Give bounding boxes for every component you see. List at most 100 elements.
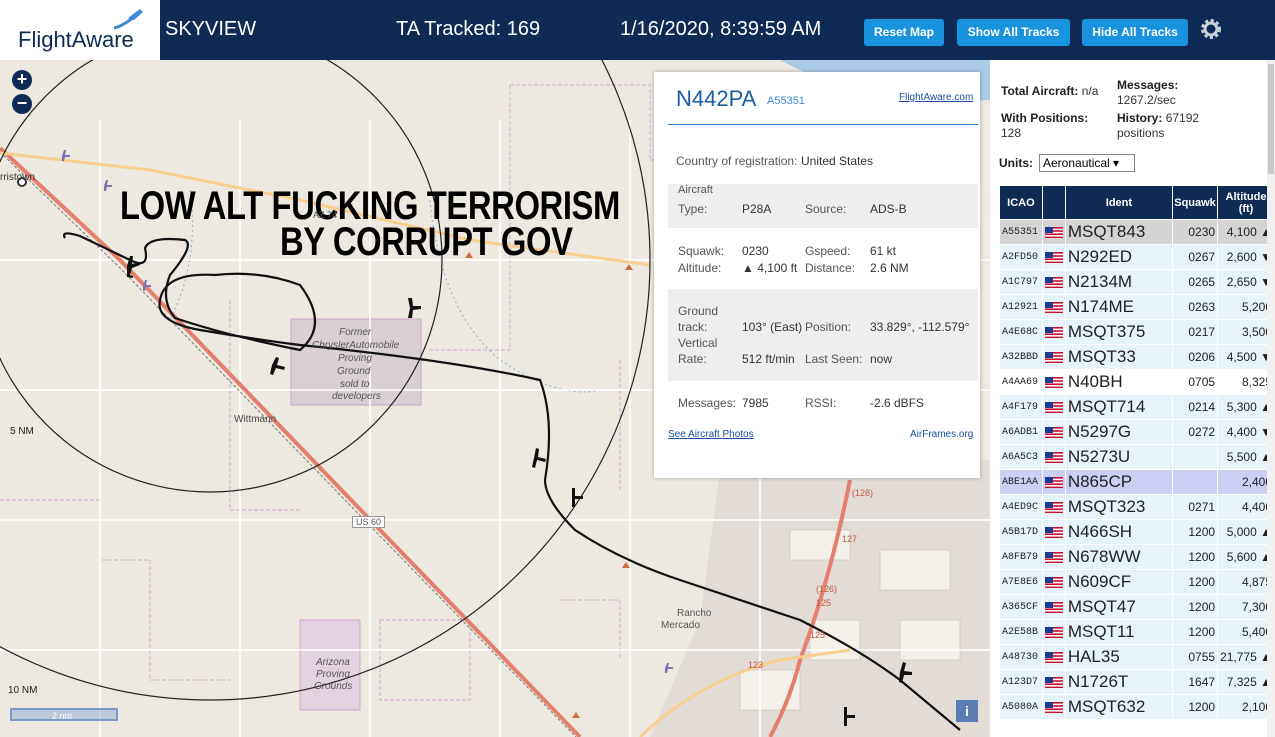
icao-cell: A4AA69 bbox=[999, 369, 1043, 395]
sidebar-scroll-thumb[interactable] bbox=[1268, 64, 1274, 174]
gear-icon[interactable] bbox=[1198, 16, 1224, 42]
rssi-label: RSSI: bbox=[805, 396, 837, 410]
popup-divider bbox=[668, 124, 978, 125]
table-row[interactable]: A4F179 MSQT714 0214 5,300 ▲ bbox=[999, 394, 1275, 420]
flag-cell bbox=[1041, 469, 1066, 495]
reset-map-button[interactable]: Reset Map bbox=[864, 19, 944, 46]
gspeed-label: Gspeed: bbox=[805, 244, 851, 258]
flag-cell bbox=[1041, 669, 1066, 695]
messages-rate-label: Messages: bbox=[1117, 78, 1179, 92]
squawk-cell: 0755 bbox=[1172, 644, 1219, 670]
ident-cell: N5297G bbox=[1064, 419, 1174, 445]
us-flag-icon bbox=[1044, 652, 1063, 664]
flightaware-logo[interactable]: FlightAware bbox=[0, 0, 160, 60]
us-flag-icon bbox=[1044, 452, 1063, 464]
table-row[interactable]: A32BBD MSQT33 0206 4,500 ▼ bbox=[999, 344, 1275, 370]
squawk-cell: 0206 bbox=[1172, 344, 1219, 370]
aircraft-type-value: P28A bbox=[742, 202, 772, 216]
country-value: United States bbox=[801, 154, 874, 168]
with-positions-text: With Positions: bbox=[1001, 111, 1089, 125]
tracked-count: TA Tracked: 169 bbox=[396, 18, 541, 40]
table-row[interactable]: A5080A MSQT632 1200 2,100 bbox=[999, 694, 1275, 720]
column-header-flag[interactable] bbox=[1041, 185, 1066, 220]
squawk-cell: 1200 bbox=[1172, 694, 1219, 720]
table-row[interactable]: A8FB79 N678WW 1200 5,600 ▲ bbox=[999, 544, 1275, 570]
area-label: ChryslerAutomobile bbox=[312, 340, 400, 351]
ident-cell: N678WW bbox=[1064, 544, 1174, 570]
column-header-icao[interactable]: ICAO bbox=[999, 185, 1043, 220]
zoom-in-button[interactable]: + bbox=[12, 70, 32, 90]
gspeed-value: 61 kt bbox=[870, 244, 897, 258]
altitude-cell: 5,600 ▲ bbox=[1217, 544, 1275, 570]
column-header-altitude[interactable]: Altitude (ft) bbox=[1217, 185, 1275, 220]
units-select[interactable]: Aeronautical ▾ bbox=[1039, 154, 1135, 172]
airframes-link[interactable]: AirFrames.org bbox=[910, 429, 973, 440]
popup-hex[interactable]: A55351 bbox=[767, 95, 805, 107]
squawk-cell: 0217 bbox=[1172, 319, 1219, 345]
table-row[interactable]: A123D7 N1726T 1647 7,325 ▲ bbox=[999, 669, 1275, 695]
datetime: 1/16/2020, 8:39:59 AM bbox=[620, 18, 822, 40]
table-row[interactable]: A6A5C3 N5273U 5,500 ▲ bbox=[999, 444, 1275, 470]
table-row[interactable]: A1C797 N2134M 0265 2,650 ▼ bbox=[999, 269, 1275, 295]
squawk-cell: 0214 bbox=[1172, 394, 1219, 420]
column-header-squawk[interactable]: Squawk bbox=[1172, 185, 1219, 220]
icao-cell: A1C797 bbox=[999, 269, 1043, 295]
table-row[interactable]: A2E58B MSQT11 1200 5,400 bbox=[999, 619, 1275, 645]
messages-rate-value: 1267.2/sec bbox=[1117, 93, 1176, 107]
icao-cell: A32BBD bbox=[999, 344, 1043, 370]
table-row[interactable]: A4ED9C MSQT323 0271 4,400 bbox=[999, 494, 1275, 520]
table-row[interactable]: A4E68C MSQT375 0217 3,500 bbox=[999, 319, 1275, 345]
town-label: rristown bbox=[0, 172, 36, 183]
squawk-cell: 1647 bbox=[1172, 669, 1219, 695]
aircraft-table: ICAO Ident Squawk Altitude (ft) A55351 MS… bbox=[999, 185, 1275, 720]
ident-cell: N292ED bbox=[1064, 244, 1174, 270]
flag-cell bbox=[1041, 569, 1066, 595]
hide-all-tracks-button[interactable]: Hide All Tracks bbox=[1082, 19, 1188, 46]
flag-cell bbox=[1041, 644, 1066, 670]
area-label: sold to bbox=[340, 379, 370, 390]
ident-cell: MSQT632 bbox=[1064, 694, 1174, 720]
ident-cell: HAL35 bbox=[1064, 644, 1174, 670]
altitude-cell: 4,875 bbox=[1217, 569, 1275, 595]
aircraft-marker bbox=[572, 488, 583, 507]
zoom-out-button[interactable]: − bbox=[12, 94, 32, 114]
flag-cell bbox=[1041, 344, 1066, 370]
column-header-ident[interactable]: Ident bbox=[1064, 185, 1174, 220]
table-row[interactable]: ABE1AA N865CP 2,400 bbox=[999, 469, 1275, 495]
us-flag-icon bbox=[1044, 252, 1063, 264]
map-info-button[interactable]: i bbox=[956, 700, 978, 722]
aircraft-photos-link[interactable]: See Aircraft Photos bbox=[668, 429, 754, 440]
position-value: 33.829°, -112.579° bbox=[870, 320, 970, 334]
table-row[interactable]: A6ADB1 N5297G 0272 4,400 ▼ bbox=[999, 419, 1275, 445]
history-unit: positions bbox=[1117, 126, 1165, 140]
ground-track-label: track: bbox=[678, 320, 708, 334]
altitude-cell: 2,100 bbox=[1217, 694, 1275, 720]
table-row[interactable]: A4AA69 N40BH 0705 8,325 bbox=[999, 369, 1275, 395]
road-label: AZ 74 bbox=[313, 210, 338, 220]
us-flag-icon bbox=[1044, 602, 1063, 614]
area-label: Arizona bbox=[316, 657, 350, 668]
squawk-cell: 0267 bbox=[1172, 244, 1219, 270]
table-row[interactable]: A5B17D N466SH 1200 5,000 ▲ bbox=[999, 519, 1275, 545]
table-row[interactable]: A55351 MSQT843 0230 4,100 ▲ bbox=[999, 219, 1275, 245]
area-label: Ground bbox=[337, 366, 371, 377]
popup-ident: N442PA bbox=[676, 86, 757, 111]
table-row[interactable]: A365CF MSQT47 1200 7,300 bbox=[999, 594, 1275, 620]
flag-cell bbox=[1041, 694, 1066, 720]
table-row[interactable]: A7E8E6 N609CF 1200 4,875 bbox=[999, 569, 1275, 595]
altitude-cell: 5,500 ▲ bbox=[1217, 444, 1275, 470]
icao-cell: A5B17D bbox=[999, 519, 1043, 545]
show-all-tracks-button[interactable]: Show All Tracks bbox=[957, 19, 1070, 46]
area-label: developers bbox=[332, 391, 381, 402]
total-aircraft: Total Aircraft: n/a bbox=[1001, 84, 1098, 98]
altitude-cell: 4,100 ▲ bbox=[1217, 219, 1275, 245]
squawk-cell: 0271 bbox=[1172, 494, 1219, 520]
flag-cell bbox=[1041, 244, 1066, 270]
table-row[interactable]: A12921 N174ME 0263 5,200 bbox=[999, 294, 1275, 320]
squawk-cell bbox=[1172, 469, 1219, 495]
table-row[interactable]: A2FD50 N292ED 0267 2,600 ▼ bbox=[999, 244, 1275, 270]
area-label: Proving bbox=[338, 353, 372, 364]
us-flag-icon bbox=[1044, 327, 1063, 339]
flightaware-link[interactable]: FlightAware.com bbox=[899, 92, 973, 103]
table-row[interactable]: A48730 HAL35 0755 21,775 ▲ bbox=[999, 644, 1275, 670]
